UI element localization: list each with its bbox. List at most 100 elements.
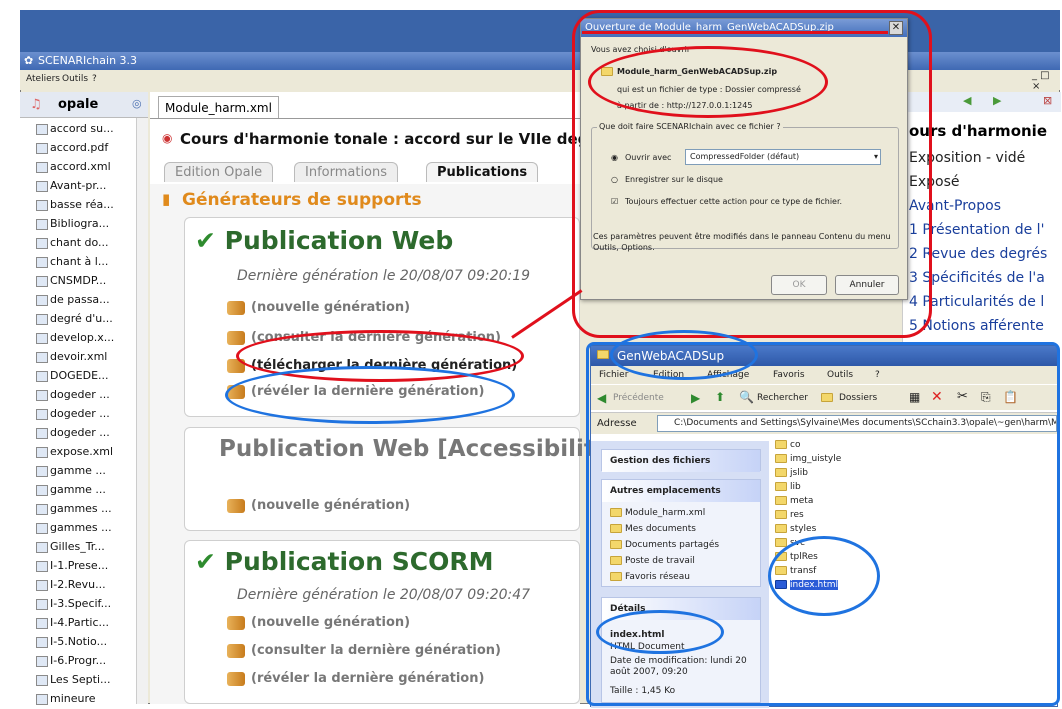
preview-outline-item[interactable]: 2 Revue des degrés xyxy=(909,246,1047,262)
sidebar-item[interactable]: accord.xml xyxy=(36,158,111,176)
sidebar-item[interactable]: dogeder ... xyxy=(36,386,110,404)
folder-item[interactable]: res xyxy=(775,510,804,520)
dialog-close-button[interactable]: ✕ xyxy=(889,21,903,35)
sidebar-item[interactable]: I-6.Progr... xyxy=(36,652,106,670)
sidebar-item[interactable]: degré d'u... xyxy=(36,310,113,328)
sidebar-item[interactable]: I-4.Partic... xyxy=(36,614,109,632)
back-icon[interactable]: ◀ xyxy=(597,391,606,405)
sidebar-item[interactable]: gamme ... xyxy=(36,481,106,499)
folder-item[interactable]: meta xyxy=(775,496,813,506)
explorer-menu-item[interactable]: Outils xyxy=(827,370,853,380)
sidebar-item[interactable]: accord su... xyxy=(36,120,114,138)
other-place-link[interactable]: Mes documents xyxy=(610,524,696,534)
folder-item[interactable]: styles xyxy=(775,524,816,534)
paste-icon[interactable]: 📋 xyxy=(1003,390,1018,404)
sidebar-item[interactable]: mineure xyxy=(36,690,96,708)
forward-arrow-icon[interactable]: ▶ xyxy=(993,94,1001,107)
menu-outils[interactable]: Outils xyxy=(62,74,88,84)
sidebar-item[interactable]: basse réa... xyxy=(36,196,114,214)
other-place-link[interactable]: Poste de travail xyxy=(610,556,695,566)
ok-button[interactable]: OK xyxy=(771,275,827,295)
cut-icon[interactable]: ✂ xyxy=(957,389,968,404)
sidebar-item[interactable]: chant do... xyxy=(36,234,109,252)
web-consult-last[interactable]: (consulter la dernière génération) xyxy=(227,330,501,345)
sidebar-item[interactable]: Les Septi... xyxy=(36,671,111,689)
back-label[interactable]: Précédente xyxy=(613,393,664,403)
folder-item[interactable]: transf xyxy=(775,566,816,576)
preview-outline-item[interactable]: 4 Particularités de l xyxy=(909,294,1044,310)
file-tab[interactable]: Module_harm.xml xyxy=(158,96,279,118)
explorer-menu-item[interactable]: Favoris xyxy=(773,370,805,380)
other-place-link[interactable]: Favoris réseau xyxy=(610,572,690,582)
sidebar-item[interactable]: Avant-pr... xyxy=(36,177,106,195)
other-places-head[interactable]: Autres emplacements xyxy=(602,480,760,502)
tab-publications[interactable]: Publications xyxy=(426,162,539,182)
tab-edition-opale[interactable]: Edition Opale xyxy=(164,162,274,182)
preview-outline-item[interactable]: 1 Présentation de l' xyxy=(909,222,1044,238)
sidebar-item[interactable]: I-3.Specif... xyxy=(36,595,111,613)
sidebar-item[interactable]: Bibliogra... xyxy=(36,215,109,233)
back-arrow-icon[interactable]: ◀ xyxy=(963,94,971,107)
explorer-menu-item[interactable]: Fichier xyxy=(599,370,628,380)
tab-informations[interactable]: Informations xyxy=(294,162,399,182)
sidebar-item[interactable]: I-2.Revu... xyxy=(36,576,106,594)
accessibility-new-generation[interactable]: (nouvelle génération) xyxy=(227,498,410,513)
close-pane-icon[interactable]: ⊠ xyxy=(1043,94,1052,107)
sidebar-item[interactable]: Gilles_Tr... xyxy=(36,538,105,556)
folder-item[interactable]: img_uistyle xyxy=(775,454,841,464)
up-folder-icon[interactable]: ⬆ xyxy=(715,390,725,404)
preview-outline-item[interactable]: Avant-Propos xyxy=(909,198,1001,214)
sidebar-item[interactable]: I-5.Notio... xyxy=(36,633,107,651)
sidebar-item[interactable]: DOGEDE... xyxy=(36,367,109,385)
preview-outline-item[interactable]: 3 Spécificités de l'a xyxy=(909,270,1045,286)
web-download-last[interactable]: (télécharger la dernière génération) xyxy=(227,358,517,373)
sidebar-item[interactable]: I-1.Prese... xyxy=(36,557,108,575)
copy-icon[interactable]: ⎘ xyxy=(981,390,991,405)
preview-outline-item[interactable]: Exposition - vidé xyxy=(909,150,1025,166)
scorm-consult-last[interactable]: (consulter la dernière génération) xyxy=(227,643,501,658)
files-task-head[interactable]: Gestion des fichiers xyxy=(602,450,760,472)
sidebar-item[interactable]: gamme ... xyxy=(36,462,106,480)
open-with-select[interactable]: CompressedFolder (défaut) ▾ xyxy=(685,149,881,165)
views-icon[interactable]: ▦ xyxy=(909,390,920,404)
other-place-link[interactable]: Module_harm.xml xyxy=(610,508,705,518)
forward-icon[interactable]: ▶ xyxy=(691,391,700,405)
other-place-link[interactable]: Documents partagés xyxy=(610,540,719,550)
cancel-button[interactable]: Annuler xyxy=(835,275,899,295)
sidebar-item[interactable]: develop.x... xyxy=(36,329,114,347)
search-icon[interactable]: 🔍 xyxy=(739,390,754,404)
delete-icon[interactable]: ✕ xyxy=(931,389,943,405)
sidebar-item[interactable]: de passa... xyxy=(36,291,110,309)
folder-item[interactable]: co xyxy=(775,440,800,450)
workspace-settings-icon[interactable]: ◎ xyxy=(132,97,142,110)
folders-label[interactable]: Dossiers xyxy=(839,393,877,403)
folder-item[interactable]: tplRes xyxy=(775,552,818,562)
sidebar-item[interactable]: devoir.xml xyxy=(36,348,107,366)
folder-item[interactable]: svc xyxy=(775,538,805,548)
explorer-menu-item[interactable]: Edition xyxy=(653,370,684,380)
sidebar-item[interactable]: chant à l... xyxy=(36,253,108,271)
scorm-new-generation[interactable]: (nouvelle génération) xyxy=(227,615,410,630)
sidebar-item[interactable]: dogeder ... xyxy=(36,424,110,442)
sidebar-scrollbar[interactable] xyxy=(136,118,148,704)
menu-ateliers[interactable]: Ateliers xyxy=(26,74,60,84)
address-input[interactable]: C:\Documents and Settings\Sylvaine\Mes d… xyxy=(657,415,1057,432)
window-controls[interactable]: _ □ × xyxy=(1032,70,1060,92)
radio-open-with[interactable]: ◉ xyxy=(611,153,618,162)
preview-outline-item[interactable]: 5 Notions afférente xyxy=(909,318,1044,334)
menu-help[interactable]: ? xyxy=(92,74,97,84)
scorm-reveal-last[interactable]: (révéler la dernière génération) xyxy=(227,671,484,686)
explorer-menu-item[interactable]: Affichage xyxy=(707,370,749,380)
web-reveal-last[interactable]: (révéler la dernière génération) xyxy=(227,384,484,399)
workspace-name[interactable]: opale xyxy=(58,97,98,112)
preview-outline-item[interactable]: Exposé xyxy=(909,174,960,190)
sidebar-item[interactable]: dogeder ... xyxy=(36,405,110,423)
sidebar-item[interactable]: CNSMDP... xyxy=(36,272,106,290)
radio-save[interactable]: ○ xyxy=(611,175,618,184)
explorer-menu-item[interactable]: ? xyxy=(875,370,880,380)
file-item-index-html[interactable]: index.html xyxy=(775,580,838,590)
sidebar-item[interactable]: accord.pdf xyxy=(36,139,108,157)
search-label[interactable]: Rechercher xyxy=(757,393,808,403)
details-head[interactable]: Détails xyxy=(602,598,760,620)
sidebar-item[interactable]: expose.xml xyxy=(36,443,113,461)
